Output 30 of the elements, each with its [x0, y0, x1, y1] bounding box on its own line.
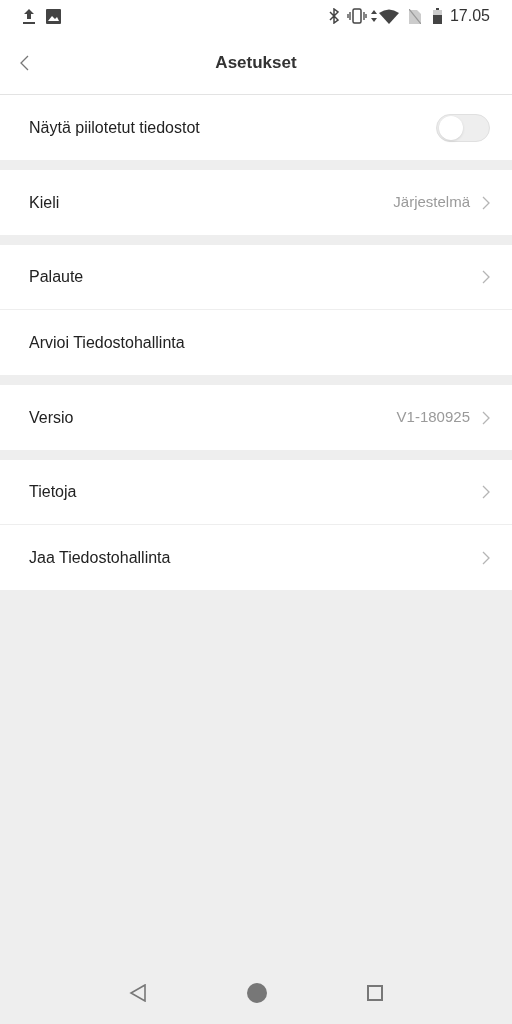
back-icon	[19, 55, 29, 71]
row-value: V1-180925	[396, 407, 470, 428]
image-icon	[46, 8, 61, 24]
toggle-switch[interactable]	[436, 113, 490, 142]
row-label: Tietoja	[29, 482, 78, 502]
data-arrows-icon	[370, 9, 377, 23]
nav-recents-button[interactable]	[367, 985, 383, 1001]
row-label: Versio	[29, 407, 75, 428]
upload-icon	[22, 8, 36, 24]
nav-home-button[interactable]	[247, 983, 267, 1003]
settings-row[interactable]: Tietoja	[0, 460, 512, 525]
row-label: Palaute	[29, 267, 85, 287]
settings-row[interactable]: Arvioi Tiedostohallinta	[0, 310, 512, 375]
row-label: Kieli	[29, 192, 61, 213]
row-label: Näytä piilotetut tiedostot	[29, 117, 201, 138]
nav-back-button[interactable]	[129, 984, 147, 1002]
settings-row[interactable]: Kieli Järjestelmä	[0, 170, 512, 235]
settings-row[interactable]: Näytä piilotetut tiedostot	[0, 95, 512, 160]
bluetooth-icon	[328, 8, 339, 24]
page-title: Asetukset	[215, 52, 297, 75]
row-label: Jaa Tiedostohallinta	[29, 547, 172, 568]
battery-icon	[432, 8, 442, 24]
vibrate-icon	[346, 8, 367, 24]
row-label: Arvioi Tiedostohallinta	[29, 332, 186, 353]
clock-time: 17.05	[449, 6, 490, 26]
settings-row[interactable]: Palaute	[0, 245, 512, 310]
row-value: Järjestelmä	[393, 192, 470, 213]
settings-row[interactable]: Versio V1-180925	[0, 385, 512, 450]
no-sim-icon	[408, 8, 421, 24]
settings-row[interactable]: Jaa Tiedostohallinta	[0, 525, 512, 590]
